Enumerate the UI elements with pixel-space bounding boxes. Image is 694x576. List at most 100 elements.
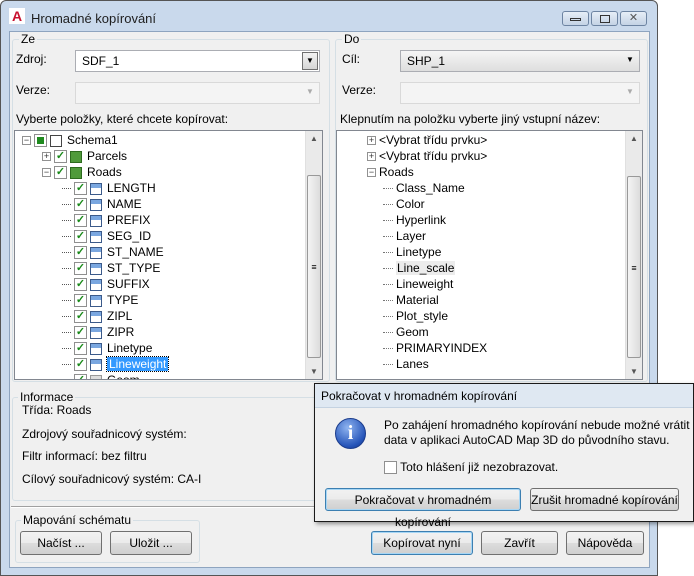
checkbox-box[interactable] (384, 461, 397, 475)
close-button[interactable]: ✕ (620, 11, 647, 26)
tree-item[interactable]: + <Vybrat třídu prvku> (367, 148, 487, 164)
checkbox[interactable]: ✓ (74, 310, 87, 324)
checkbox[interactable]: ✓ (74, 294, 87, 308)
dont-show-checkbox[interactable]: Toto hlášení již nezobrazovat. (384, 460, 559, 475)
tree-connector (383, 284, 393, 286)
tree-item[interactable]: Lineweight (383, 276, 453, 292)
checkbox[interactable]: ✓ (74, 246, 87, 260)
tree-item[interactable]: ✓ Lineweight (62, 356, 170, 372)
continue-button[interactable]: Pokračovat v hromadném kopírování (325, 488, 521, 529)
tree-item[interactable]: − Schema1 (22, 132, 118, 148)
help-button[interactable]: Nápověda (566, 531, 644, 555)
tree-item[interactable]: − ✓ Roads (42, 164, 122, 180)
tree-item[interactable]: Color (383, 196, 425, 212)
collapse-icon[interactable]: − (42, 168, 51, 178)
target-combo[interactable]: SHP_1 ▼ (400, 50, 640, 72)
collapse-icon[interactable]: − (367, 168, 376, 178)
cancel-copy-button[interactable]: Zrušit hromadné kopírování (530, 488, 679, 511)
tree-item-label: Class_Name (396, 181, 465, 195)
tree-item[interactable]: Line_scale (383, 260, 456, 276)
tree-connector (383, 204, 393, 206)
save-button[interactable]: Uložit ... (110, 531, 192, 555)
tree-item[interactable]: ✓ SEG_ID (62, 228, 151, 244)
tree-item[interactable]: ✓ ZIPL (62, 308, 132, 324)
tree-item[interactable]: Layer (383, 228, 426, 244)
tree-connector (383, 252, 393, 254)
tree-item[interactable]: Linetype (383, 244, 442, 260)
info-class: Třída: Roads (22, 403, 92, 417)
scroll-thumb[interactable]: ≡ (307, 175, 321, 358)
tree-item[interactable]: ✓ TYPE (62, 292, 138, 308)
tree-item[interactable]: Geom (383, 324, 429, 340)
load-button[interactable]: Načíst ... (20, 531, 102, 555)
scroll-up-icon[interactable]: ▲ (306, 134, 322, 143)
tree-item[interactable]: ✓ LENGTH (62, 180, 156, 196)
tree-item[interactable]: ✓ ST_NAME (62, 244, 164, 260)
minimize-button[interactable] (562, 11, 589, 26)
tree-item[interactable]: + ✓ Parcels (42, 148, 127, 164)
collapse-icon[interactable]: − (22, 136, 31, 146)
checkbox[interactable]: ✓ (74, 374, 87, 379)
mapping-group-label: Mapování schématu (21, 513, 134, 527)
tree-item[interactable]: ✓ ZIPR (62, 324, 134, 340)
checkbox[interactable]: ✓ (74, 358, 87, 372)
checkbox[interactable]: ✓ (74, 278, 87, 292)
dont-show-label: Toto hlášení již nezobrazovat. (400, 460, 559, 474)
autocad-a-icon: A (9, 8, 25, 24)
maximize-button[interactable] (591, 11, 618, 26)
tree-connector (62, 316, 71, 318)
tree-item[interactable]: PRIMARYINDEX (383, 340, 487, 356)
expand-icon[interactable]: + (367, 152, 376, 162)
tree-item[interactable]: − Roads (367, 164, 414, 180)
tree-item[interactable]: ✓ PREFIX (62, 212, 150, 228)
checkbox[interactable]: ✓ (74, 262, 87, 276)
property-icon (90, 326, 102, 339)
target-tree[interactable]: ▲ ≡ ▼ + <Vybrat třídu prvku> + <Vybrat tříd… (336, 130, 643, 380)
tree-item-label: ST_NAME (107, 245, 164, 259)
tree-item[interactable]: ✓ ST_TYPE (62, 260, 160, 276)
tree-item-label: LENGTH (107, 181, 156, 195)
checkbox[interactable]: ✓ (54, 166, 67, 180)
tree-item[interactable]: ✓ Linetype (62, 340, 152, 356)
tree-connector (383, 300, 393, 302)
checkbox[interactable]: ✓ (74, 326, 87, 340)
source-tree-scrollbar[interactable]: ▲ ≡ ▼ (305, 131, 322, 379)
tree-item[interactable]: ✓ Geom (62, 372, 140, 379)
checkbox[interactable]: ✓ (74, 214, 87, 228)
copy-now-button[interactable]: Kopírovat nyní (371, 531, 473, 555)
target-value: SHP_1 (407, 54, 446, 68)
tree-item[interactable]: Material (383, 292, 439, 308)
tree-item[interactable]: Lanes (383, 356, 429, 372)
tree-item[interactable]: + <Vybrat třídu prvku> (367, 132, 487, 148)
chevron-down-icon[interactable]: ▼ (622, 52, 638, 70)
from-group-label: Ze (19, 32, 38, 46)
scroll-thumb[interactable]: ≡ (627, 176, 641, 358)
target-version-combo[interactable]: ▼ (400, 82, 640, 104)
target-tree-scrollbar[interactable]: ▲ ≡ ▼ (625, 131, 642, 379)
expand-icon[interactable]: + (42, 152, 51, 162)
checkbox[interactable]: ✓ (74, 230, 87, 244)
tree-item-label: Linetype (396, 245, 442, 259)
scroll-down-icon[interactable]: ▼ (626, 367, 642, 376)
tree-item[interactable]: Class_Name (383, 180, 465, 196)
source-combo[interactable]: SDF_1 ▼ (75, 50, 320, 72)
checkbox[interactable] (34, 134, 47, 148)
expand-icon[interactable]: + (367, 136, 376, 146)
tree-item-label: Lineweight (105, 356, 170, 372)
tree-item[interactable]: ✓ NAME (62, 196, 142, 212)
checkbox[interactable]: ✓ (74, 198, 87, 212)
source-label: Zdroj: (16, 52, 47, 66)
checkbox[interactable]: ✓ (74, 342, 87, 356)
scroll-up-icon[interactable]: ▲ (626, 134, 642, 143)
tree-item[interactable]: ✓ SUFFIX (62, 276, 150, 292)
checkbox[interactable]: ✓ (54, 150, 67, 164)
scroll-down-icon[interactable]: ▼ (306, 367, 322, 376)
tree-item[interactable]: Hyperlink (383, 212, 446, 228)
source-tree[interactable]: ▲ ≡ ▼ − Schema1 + ✓ Parcels − ✓ Roads ✓ LENGTH ✓ NA… (14, 130, 323, 380)
tree-item[interactable]: Plot_style (383, 308, 448, 324)
geometry-icon (90, 374, 102, 379)
close-dialog-button[interactable]: Zavřít (481, 531, 558, 555)
source-version-combo[interactable]: ▼ (75, 82, 320, 104)
chevron-down-icon[interactable]: ▼ (302, 52, 318, 70)
checkbox[interactable]: ✓ (74, 182, 87, 196)
